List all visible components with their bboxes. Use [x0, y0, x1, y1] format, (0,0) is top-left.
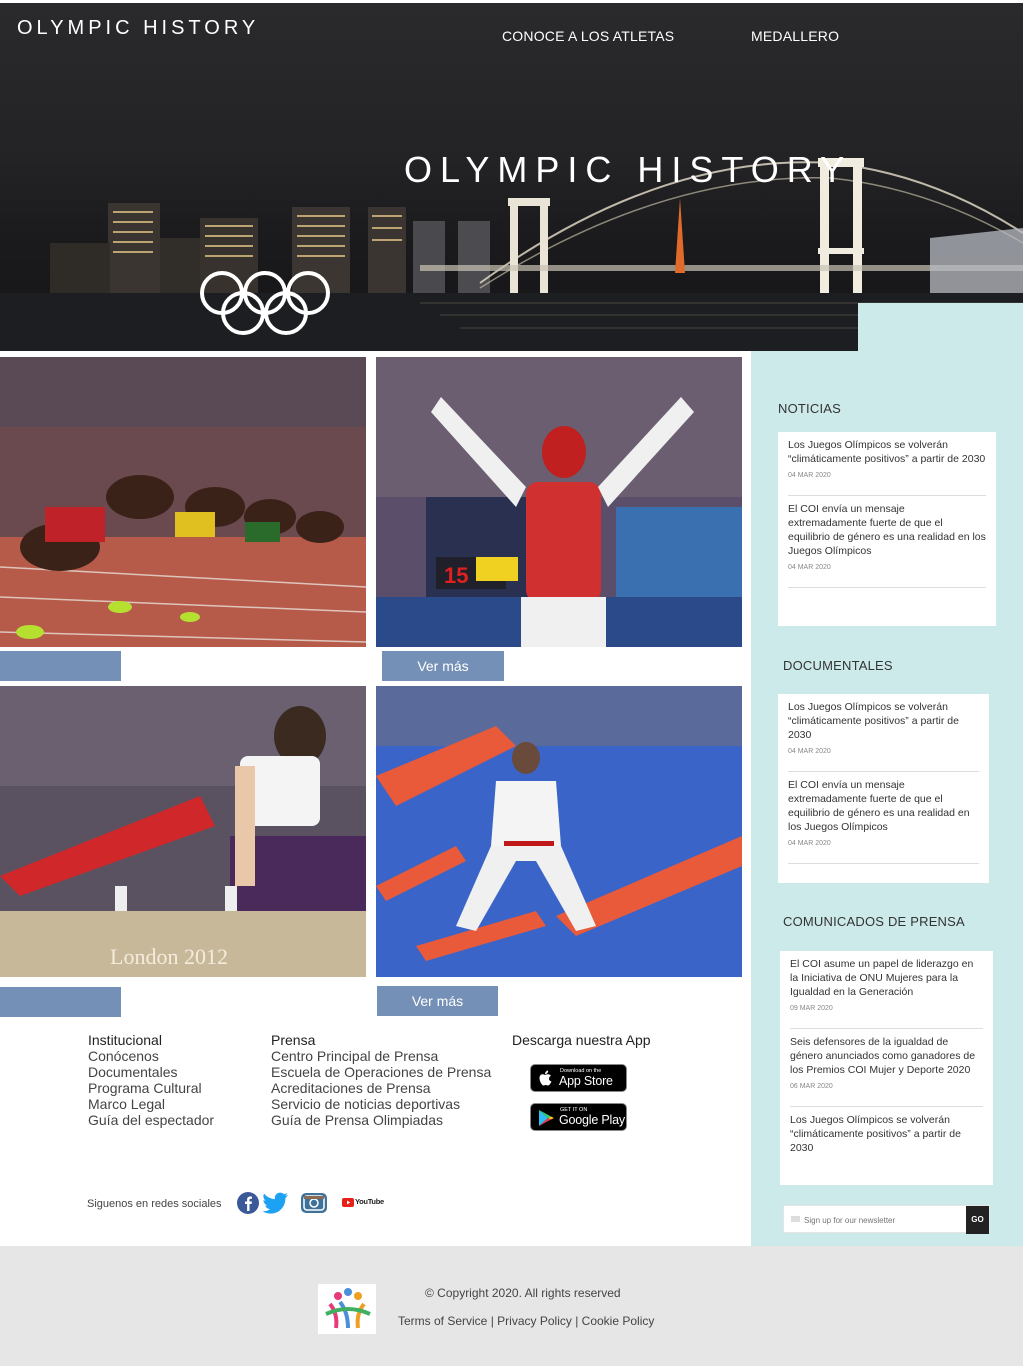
- footer-link[interactable]: Marco Legal: [88, 1096, 214, 1112]
- news-date: 06 MAR 2020: [790, 1083, 833, 1090]
- footer-link[interactable]: Servicio de noticias deportivas: [271, 1096, 491, 1112]
- news-text[interactable]: El COI envía un mensaje extremadamente f…: [788, 502, 986, 558]
- news-item[interactable]: Los Juegos Olímpicos se volverán “climát…: [788, 694, 979, 772]
- cookie-link[interactable]: Cookie Policy: [582, 1314, 655, 1328]
- separator: |: [575, 1314, 579, 1328]
- news-date: 04 MAR 2020: [788, 840, 831, 847]
- google-play-button[interactable]: GET IT ON Google Play: [530, 1103, 627, 1131]
- svg-text:London 2012: London 2012: [110, 944, 228, 969]
- footer-link[interactable]: Programa Cultural: [88, 1080, 214, 1096]
- app-store-label: App Store: [559, 1074, 613, 1088]
- hero-title: OLYMPIC HISTORY: [404, 149, 853, 190]
- documentales-heading: DOCUMENTALES: [783, 658, 893, 673]
- twitter-icon[interactable]: [263, 1192, 289, 1214]
- news-item[interactable]: Los Juegos Olímpicos se volverán “climát…: [788, 432, 986, 496]
- news-text[interactable]: Los Juegos Olímpicos se volverán “climát…: [788, 438, 986, 466]
- bottom-footer: [0, 1246, 1023, 1366]
- news-item[interactable]: El COI envía un mensaje extremadamente f…: [788, 496, 986, 588]
- noticias-heading: NOTICIAS: [778, 401, 841, 416]
- nav-medallero[interactable]: MEDALLERO: [751, 28, 839, 44]
- privacy-link[interactable]: Privacy Policy: [497, 1314, 572, 1328]
- google-play-label: Google Play: [559, 1113, 625, 1127]
- news-item[interactable]: El COI envía un mensaje extremadamente f…: [788, 772, 979, 864]
- youtube-text: YouTube: [355, 1197, 384, 1206]
- footer-link[interactable]: Conócenos: [88, 1048, 214, 1064]
- karate-photo: [376, 686, 742, 977]
- sprint-start-photo: [0, 357, 366, 647]
- news-text[interactable]: Los Juegos Olímpicos se volverán “climát…: [790, 1113, 983, 1155]
- footer-link[interactable]: Acreditaciones de Prensa: [271, 1080, 491, 1096]
- copyright-text: © Copyright 2020. All rights reserved: [425, 1286, 621, 1300]
- app-store-button[interactable]: Download on the App Store: [530, 1064, 627, 1092]
- footer-link[interactable]: Documentales: [88, 1064, 214, 1080]
- ver-mas-button[interactable]: Ver más: [382, 651, 504, 681]
- photo-button-1[interactable]: [0, 651, 121, 681]
- terms-link[interactable]: Terms of Service: [398, 1314, 487, 1328]
- legal-links: Terms of Service | Privacy Policy | Cook…: [398, 1314, 654, 1328]
- google-play-icon: [539, 1110, 554, 1126]
- footer-heading: Institucional: [88, 1032, 162, 1048]
- taekwondo-photo: 15: [376, 357, 742, 647]
- footer-link[interactable]: Centro Principal de Prensa: [271, 1048, 491, 1064]
- site-logo: [318, 1284, 376, 1334]
- news-date: 04 MAR 2020: [788, 748, 831, 755]
- hero-banner: OLYMPIC HISTORY CONOCE A LOS ATLETAS MED…: [0, 3, 1023, 351]
- news-item[interactable]: Seis defensores de la igualdad de género…: [790, 1029, 983, 1107]
- news-text[interactable]: Los Juegos Olímpicos se volverán “climát…: [788, 700, 979, 742]
- footer-link[interactable]: Escuela de Operaciones de Prensa: [271, 1064, 491, 1080]
- newsletter-input[interactable]: [788, 1210, 964, 1230]
- newsletter-form: GO: [783, 1205, 990, 1234]
- footer-link[interactable]: Guía de Prensa Olimpiadas: [271, 1112, 491, 1128]
- footer-institucional: Institucional Conócenos Documentales Pro…: [88, 1032, 214, 1128]
- svg-text:15: 15: [444, 563, 468, 588]
- documentales-card: Los Juegos Olímpicos se volverán “climát…: [778, 694, 989, 883]
- footer-link[interactable]: Guía del espectador: [88, 1112, 214, 1128]
- footer-prensa: Prensa Centro Principal de Prensa Escuel…: [271, 1032, 491, 1128]
- photo-button-3[interactable]: [0, 987, 121, 1017]
- gymnastics-photo: London 2012: [0, 686, 366, 977]
- comunicados-card: El COI asume un papel de liderazgo en la…: [780, 951, 993, 1185]
- apple-icon: [539, 1070, 552, 1086]
- ver-mas-button-2[interactable]: Ver más: [377, 986, 498, 1016]
- noticias-card: Los Juegos Olímpicos se volverán “climát…: [778, 432, 996, 626]
- news-date: 09 MAR 2020: [790, 1005, 833, 1012]
- news-item[interactable]: El COI asume un papel de liderazgo en la…: [790, 951, 983, 1029]
- youtube-icon[interactable]: YouTube: [342, 1197, 384, 1209]
- separator: |: [490, 1314, 494, 1328]
- news-item[interactable]: Los Juegos Olímpicos se volverán “climát…: [790, 1107, 983, 1155]
- instagram-icon[interactable]: [300, 1192, 328, 1214]
- news-date: 04 MAR 2020: [788, 564, 831, 571]
- social-label: Siguenos en redes sociales: [87, 1198, 222, 1210]
- news-date: 04 MAR 2020: [788, 472, 831, 479]
- nav-conoce-atletas[interactable]: CONOCE A LOS ATLETAS: [502, 28, 674, 44]
- facebook-icon[interactable]: [236, 1192, 260, 1214]
- news-text[interactable]: El COI envía un mensaje extremadamente f…: [788, 778, 979, 834]
- newsletter-go-button[interactable]: GO: [966, 1206, 989, 1234]
- news-text[interactable]: El COI asume un papel de liderazgo en la…: [790, 957, 983, 999]
- footer-heading: Prensa: [271, 1032, 316, 1048]
- comunicados-heading: COMUNICADOS DE PRENSA: [783, 914, 965, 929]
- app-download-heading: Descarga nuestra App: [512, 1032, 651, 1048]
- site-brand[interactable]: OLYMPIC HISTORY: [17, 17, 259, 40]
- news-text[interactable]: Seis defensores de la igualdad de género…: [790, 1035, 983, 1077]
